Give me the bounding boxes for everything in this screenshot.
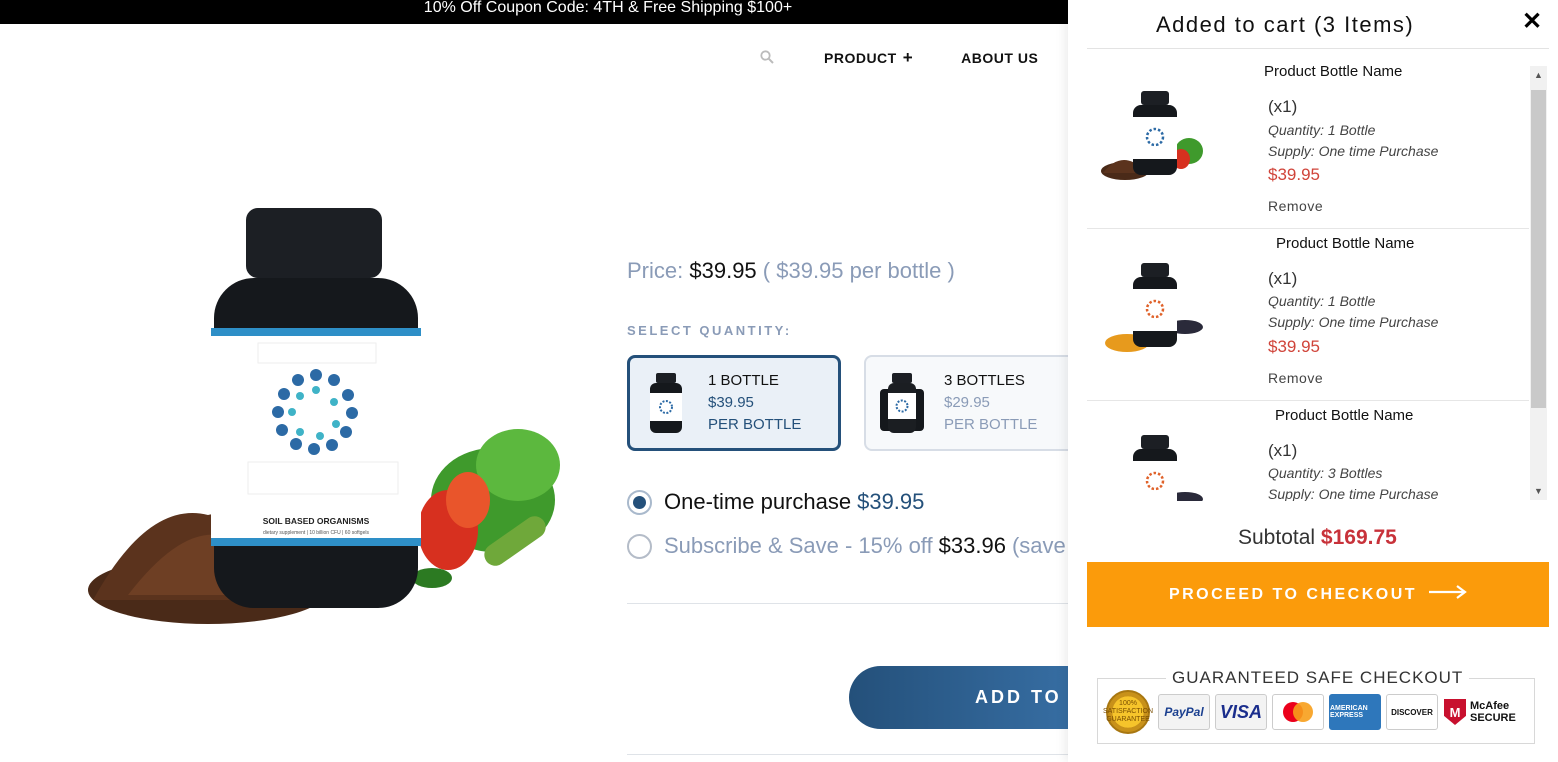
one-time-label: One-time purchase [664,489,852,514]
cart-item-quantity: Quantity: 1 Bottle [1268,293,1376,309]
divider [627,754,1068,755]
cart-item-image [1133,435,1203,501]
bottle-label: SOIL BASED ORGANISMS [263,516,370,526]
mcafee-secure-icon: M McAfee SECURE [1443,694,1523,730]
subscribe-save-option[interactable]: Subscribe & Save - 15% off $33.96 (save … [627,533,1084,559]
bottle-thumbnail [650,373,682,433]
arrow-right-icon [1429,585,1467,604]
nav-item-label: ABOUT US [961,50,1039,66]
cart-item-name: Product Bottle Name [1264,63,1403,80]
safe-checkout-title: GUARANTEED SAFE CHECKOUT [1166,668,1470,688]
cart-item: Product Bottle Name (x1) Quantity: 3 Bot… [1087,401,1529,501]
scrollbar-thumb[interactable] [1531,90,1546,408]
subscribe-radio[interactable] [627,533,652,559]
select-quantity-label: SELECT QUANTITY: [627,323,792,338]
option-price: $39.95 [708,394,754,411]
visa-icon: VISA [1215,694,1267,730]
proceed-to-checkout-button[interactable]: PROCEED TO CHECKOUT [1087,562,1549,627]
bottles-thumbnail [880,373,924,433]
per-bottle-price: ( $39.95 per bottle ) [762,258,955,283]
cart-scrollbar[interactable]: ▲ ▼ [1530,66,1547,500]
bottle-sublabel: dietary supplement | 10 billion CFU | 60… [263,530,369,536]
product-image: SOIL BASED ORGANISMS dietary supplement … [88,208,560,624]
cart-item-qty-badge: (x1) [1268,269,1298,288]
cart-item-quantity: Quantity: 1 Bottle [1268,122,1376,138]
cart-item-qty-badge: (x1) [1268,97,1298,116]
option-unit: PER BOTTLE [708,416,802,433]
main-nav: PRODUCT + ABOUT US [760,48,1086,68]
cart-item-quantity: Quantity: 3 Bottles [1268,465,1383,481]
cart-item-qty-badge: (x1) [1268,441,1298,460]
mcafee-label: McAfee SECURE [1470,700,1516,724]
divider [627,603,1068,604]
price-line: Price: $39.95 ( $39.95 per bottle ) [627,258,955,284]
quantity-option-3-bottles[interactable]: 3 BOTTLES $29.95 PER BOTTLE [864,355,1084,451]
option-quantity: 1 BOTTLE [708,372,779,389]
plus-icon: + [902,48,914,67]
satisfaction-seal-icon: 100% SATISFACTION GUARANTEE [1103,690,1153,734]
cart-item-supply: Supply: One time Purchase [1268,486,1439,501]
paypal-icon: PayPal [1158,694,1210,730]
cart-item-image [1101,91,1203,180]
cart-item-image [1105,263,1203,352]
divider [1087,48,1549,49]
announcement-text: 10% Off Coupon Code: 4TH & Free Shipping… [423,0,793,16]
cart-drawer: Added to cart (3 Items) ✕ Product Bottle… [1068,0,1558,762]
cart-item-price: $39.95 [1268,337,1320,356]
subtotal-value: $169.75 [1320,526,1397,549]
option-unit: PER BOTTLE [944,416,1038,433]
page: 10% Off Coupon Code: 4TH & Free Shipping… [0,0,1558,762]
checkout-label: PROCEED TO CHECKOUT [1168,585,1418,603]
cart-item-price: $39.95 [1268,165,1320,184]
payment-badges: 100% SATISFACTION GUARANTEE PayPal VISA … [1103,690,1528,734]
cart-item: Product Bottle Name (x1) Quantity: 1 Bot… [1087,57,1529,229]
scroll-down-icon[interactable]: ▼ [1534,486,1543,496]
option-price: $29.95 [944,394,990,411]
close-icon[interactable]: ✕ [1520,10,1544,34]
shield-icon: M [1444,699,1466,725]
price-value: $39.95 [689,258,757,283]
cart-title: Added to cart (3 Items) [1156,12,1415,37]
option-quantity: 3 BOTTLES [944,372,1025,389]
amex-icon: AMERICAN EXPRESS [1329,694,1381,730]
cart-item-name: Product Bottle Name [1275,407,1414,424]
subscribe-price: $33.96 [938,533,1006,558]
discover-icon: DISCOVER [1386,694,1438,730]
cart-item-supply: Supply: One time Purchase [1268,314,1439,330]
price-label: Price: [627,258,684,283]
nav-item-product[interactable]: PRODUCT + [824,48,913,68]
remove-button[interactable]: Remove [1268,370,1323,386]
one-time-radio[interactable] [627,489,652,515]
announcement-bar: 10% Off Coupon Code: 4TH & Free Shipping… [0,0,1068,24]
remove-button[interactable]: Remove [1268,198,1323,214]
search-icon[interactable] [760,50,776,66]
cart-item: Product Bottle Name (x1) Quantity: 1 Bot… [1087,229,1529,401]
one-time-purchase-option[interactable]: One-time purchase $39.95 [627,489,924,515]
one-time-price: $39.95 [857,489,925,514]
cart-item-supply: Supply: One time Purchase [1268,143,1439,159]
scroll-up-icon[interactable]: ▲ [1534,70,1543,80]
nav-item-about-us[interactable]: ABOUT US [961,50,1038,66]
subtotal-label: Subtotal [1238,526,1316,549]
quantity-option-1-bottle[interactable]: 1 BOTTLE $39.95 PER BOTTLE [627,355,841,451]
nav-item-label: PRODUCT [824,50,897,66]
mastercard-icon [1272,694,1324,730]
subscribe-label: Subscribe & Save - 15% off [664,533,933,558]
cart-subtotal: Subtotal $169.75 [1238,526,1397,550]
cart-item-name: Product Bottle Name [1276,235,1415,252]
cart-item-list: Product Bottle Name (x1) Quantity: 1 Bot… [1087,57,1547,501]
